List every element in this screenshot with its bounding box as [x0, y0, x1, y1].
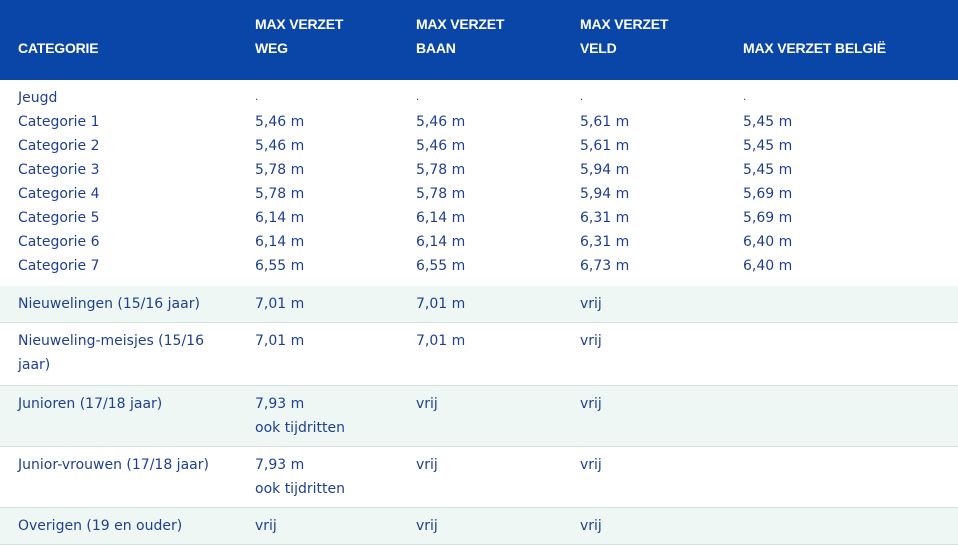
cell-weg-value: vrij: [255, 518, 277, 534]
cell-belgie: 6,40 m: [743, 234, 793, 250]
cell-veld: vrij: [580, 457, 602, 473]
table-row: Nieuweling-meisjes (15/16 jaar) 7,01 m 7,0…: [0, 323, 958, 386]
header-weg: MAX VERZET WEG: [255, 12, 343, 60]
table-row: Overigen (19 en ouder) vrij vrij vrij: [0, 508, 958, 545]
cell-veld: 6,31 m: [580, 234, 630, 250]
cell-baan: 5,46 m: [416, 114, 466, 130]
cell-cat: Nieuweling-meisjes (15/16 jaar): [18, 333, 204, 373]
cell-belgie: 5,45 m: [743, 114, 793, 130]
cell-cat: Junioren (17/18 jaar): [18, 396, 163, 412]
table-row: Categorie 3 5,78 m 5,78 m 5,94 m 5,45 m: [0, 158, 958, 182]
cell-baan: 6,14 m: [416, 234, 466, 250]
cell-veld: vrij: [580, 518, 602, 534]
cell-cat: Categorie 1: [18, 114, 100, 130]
jeugd-group: Jeugd . . . . Categorie 1 5,46 m 5,46 m 5,6…: [0, 80, 958, 286]
cell-weg: 7,93 m ook tijdritten: [255, 392, 345, 440]
cell-baan: 7,01 m: [416, 296, 466, 312]
cell-baan: vrij: [416, 457, 438, 473]
cell-weg: 6,55 m: [255, 258, 305, 274]
cell-baan: 7,01 m: [416, 333, 466, 349]
table-header: CATEGORIE MAX VERZET WEG MAX VERZET BAAN…: [0, 0, 958, 80]
cell-weg: 7,01 m: [255, 329, 304, 353]
cell-weg: 6,14 m: [255, 210, 305, 226]
cell-cat: Categorie 5: [18, 210, 100, 226]
cell-cat: Overigen (19 en ouder): [18, 518, 183, 534]
header-veld-line2: VELD: [580, 40, 617, 56]
cell-weg-value: 7,01 m: [255, 296, 305, 312]
header-baan: MAX VERZET BAAN: [416, 12, 504, 60]
jeugd-placeholder-belgie: .: [743, 92, 747, 103]
cell-veld: vrij: [580, 396, 602, 412]
header-belgie: MAX VERZET BELGIË: [743, 40, 886, 56]
cell-belgie: 5,45 m: [743, 162, 793, 178]
table-row: Categorie 7 6,55 m 6,55 m 6,73 m 6,40 m: [0, 254, 958, 278]
cell-weg: 5,46 m: [255, 138, 305, 154]
cell-veld: 5,61 m: [580, 114, 630, 130]
table-row: Categorie 2 5,46 m 5,46 m 5,61 m 5,45 m: [0, 134, 958, 158]
cell-veld: 5,94 m: [580, 162, 630, 178]
cell-belgie: 5,69 m: [743, 186, 793, 202]
cell-cat: Categorie 2: [18, 138, 100, 154]
cell-belgie: 5,69 m: [743, 210, 793, 226]
table-row: Categorie 1 5,46 m 5,46 m 5,61 m 5,45 m: [0, 110, 958, 134]
cell-weg-value: 7,93 m: [255, 396, 305, 412]
cell-belgie: 5,45 m: [743, 138, 793, 154]
cell-weg-note: ook tijdritten: [255, 481, 345, 497]
cell-weg-value: 7,01 m: [255, 333, 305, 349]
cell-veld: 6,73 m: [580, 258, 630, 274]
cell-baan: 5,78 m: [416, 186, 466, 202]
header-veld: MAX VERZET VELD: [580, 12, 668, 60]
cell-weg: 7,93 m ook tijdritten: [255, 453, 345, 501]
cell-cat: Categorie 6: [18, 234, 100, 250]
cell-baan: 6,55 m: [416, 258, 466, 274]
jeugd-label: Jeugd: [18, 90, 58, 106]
jeugd-placeholder-veld: .: [580, 92, 584, 103]
table-row: Categorie 6 6,14 m 6,14 m 6,31 m 6,40 m: [0, 230, 958, 254]
table-row: Junior-vrouwen (17/18 jaar) 7,93 m ook tij…: [0, 447, 958, 508]
cell-cat: Nieuwelingen (15/16 jaar): [18, 296, 200, 312]
verzet-table: CATEGORIE MAX VERZET WEG MAX VERZET BAAN…: [0, 0, 958, 545]
table-row: Categorie 4 5,78 m 5,78 m 5,94 m 5,69 m: [0, 182, 958, 206]
cell-belgie: 6,40 m: [743, 258, 793, 274]
cell-weg: 5,78 m: [255, 162, 305, 178]
jeugd-placeholder-baan: .: [416, 92, 420, 103]
cell-baan: 5,46 m: [416, 138, 466, 154]
cell-baan: 6,14 m: [416, 210, 466, 226]
cell-baan: vrij: [416, 518, 438, 534]
jeugd-placeholder-weg: .: [255, 92, 259, 103]
cell-weg: vrij: [255, 514, 277, 538]
cell-veld: vrij: [580, 296, 602, 312]
header-categorie: CATEGORIE: [18, 40, 99, 56]
cell-weg: 6,14 m: [255, 234, 305, 250]
cell-cat: Categorie 7: [18, 258, 100, 274]
cell-weg: 5,46 m: [255, 114, 305, 130]
cell-cat: Categorie 4: [18, 186, 100, 202]
header-baan-line1: MAX VERZET: [416, 16, 505, 32]
table-row: Jeugd . . . .: [0, 86, 958, 110]
table-row: Nieuwelingen (15/16 jaar) 7,01 m 7,01 m vri…: [0, 286, 958, 323]
cell-weg: 5,78 m: [255, 186, 305, 202]
table-row: Junioren (17/18 jaar) 7,93 m ook tijdritte…: [0, 386, 958, 447]
cell-weg: 7,01 m: [255, 292, 304, 316]
header-weg-line1: MAX VERZET: [255, 16, 344, 32]
cell-veld: 6,31 m: [580, 210, 630, 226]
table-row: Categorie 5 6,14 m 6,14 m 6,31 m 5,69 m: [0, 206, 958, 230]
cell-veld: 5,94 m: [580, 186, 630, 202]
cell-baan: vrij: [416, 396, 438, 412]
header-baan-line2: BAAN: [416, 40, 456, 56]
cell-cat: Categorie 3: [18, 162, 100, 178]
cell-baan: 5,78 m: [416, 162, 466, 178]
header-veld-line1: MAX VERZET: [580, 16, 669, 32]
cell-weg-note: ook tijdritten: [255, 420, 345, 436]
cell-veld: 5,61 m: [580, 138, 630, 154]
cell-veld: vrij: [580, 333, 602, 349]
cell-cat: Junior-vrouwen (17/18 jaar): [18, 457, 209, 473]
cell-weg-value: 7,93 m: [255, 457, 305, 473]
header-weg-line2: WEG: [255, 40, 288, 56]
